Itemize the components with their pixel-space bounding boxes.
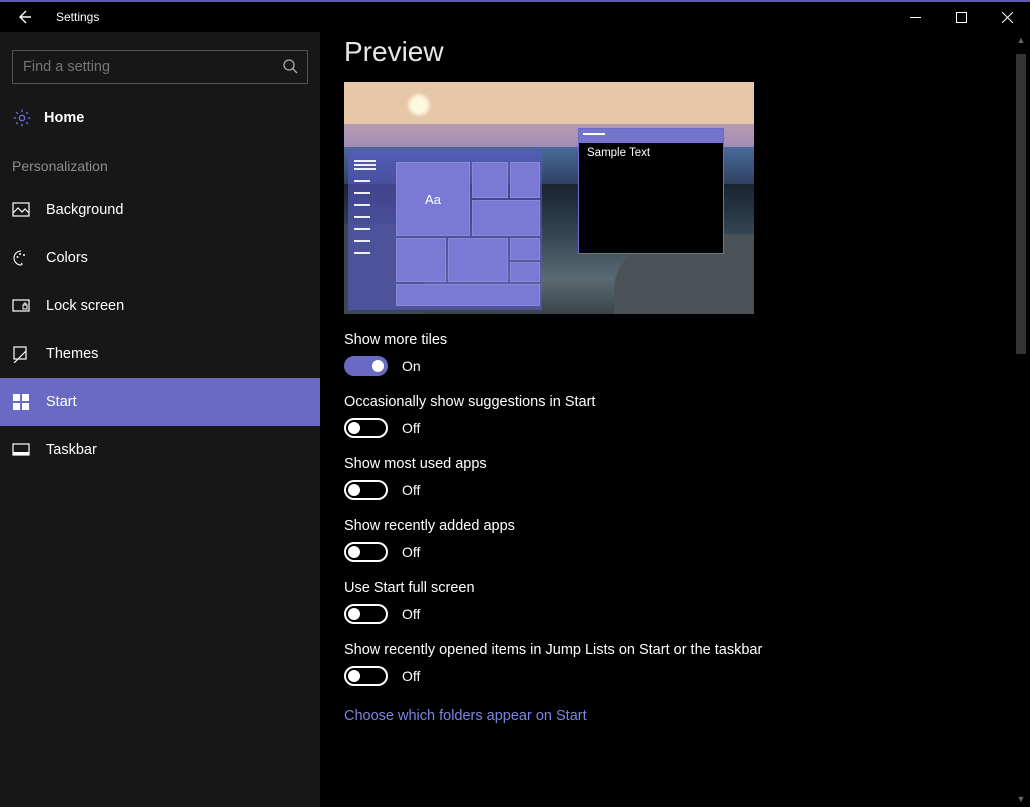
toggle-state: Off <box>402 420 420 436</box>
sidebar-item-colors[interactable]: Colors <box>0 234 320 282</box>
setting-label: Occasionally show suggestions in Start <box>344 394 1004 410</box>
sidebar-item-label: Colors <box>46 250 88 266</box>
toggle-most-used[interactable] <box>344 480 388 500</box>
minimize-icon <box>910 12 921 23</box>
toggle-recently-added[interactable] <box>344 542 388 562</box>
lockscreen-icon <box>12 297 30 315</box>
back-button[interactable] <box>0 1 48 33</box>
toggle-jump-lists[interactable] <box>344 666 388 686</box>
sidebar-item-taskbar[interactable]: Taskbar <box>0 426 320 474</box>
sidebar-item-themes[interactable]: Themes <box>0 330 320 378</box>
preview-image: Aa Sample Text <box>344 82 754 314</box>
setting-label: Show most used apps <box>344 456 1004 472</box>
start-icon <box>12 393 30 411</box>
setting-label: Show more tiles <box>344 332 1004 348</box>
close-button[interactable] <box>984 1 1030 33</box>
setting-label: Use Start full screen <box>344 580 1004 596</box>
scroll-thumb[interactable] <box>1016 54 1026 354</box>
home-label: Home <box>44 110 84 126</box>
maximize-button[interactable] <box>938 1 984 33</box>
minimize-button[interactable] <box>892 1 938 33</box>
titlebar: Settings <box>0 0 1030 32</box>
themes-icon <box>12 345 30 363</box>
palette-icon <box>12 249 30 267</box>
sidebar-item-label: Lock screen <box>46 298 124 314</box>
preview-heading: Preview <box>344 36 1004 68</box>
sidebar-item-start[interactable]: Start <box>0 378 320 426</box>
arrow-left-icon <box>16 9 32 25</box>
toggle-state: Off <box>402 482 420 498</box>
picture-icon <box>12 201 30 219</box>
sample-window-text: Sample Text <box>579 145 723 161</box>
window-title: Settings <box>48 10 99 24</box>
scroll-up-icon[interactable]: ▲ <box>1014 32 1028 48</box>
sidebar: Home Personalization Background Colors L… <box>0 32 320 807</box>
sidebar-item-label: Background <box>46 202 123 218</box>
search-input[interactable] <box>12 50 308 84</box>
setting-label: Show recently added apps <box>344 518 1004 534</box>
content-area: Preview Aa <box>320 32 1030 807</box>
setting-label: Show recently opened items in Jump Lists… <box>344 642 1004 658</box>
sidebar-item-background[interactable]: Background <box>0 186 320 234</box>
sidebar-item-label: Taskbar <box>46 442 97 458</box>
toggle-state: Off <box>402 606 420 622</box>
maximize-icon <box>956 12 967 23</box>
toggle-show-more-tiles[interactable] <box>344 356 388 376</box>
gear-icon <box>12 108 32 128</box>
scrollbar[interactable]: ▲ ▼ <box>1014 32 1028 807</box>
home-link[interactable]: Home <box>0 100 320 136</box>
category-label: Personalization <box>0 136 320 186</box>
start-menu-preview: Aa <box>348 150 542 310</box>
taskbar-icon <box>12 441 30 459</box>
toggle-state: Off <box>402 668 420 684</box>
close-icon <box>1002 12 1013 23</box>
sidebar-item-label: Themes <box>46 346 98 362</box>
sidebar-item-lockscreen[interactable]: Lock screen <box>0 282 320 330</box>
sample-window-preview: Sample Text <box>578 128 724 254</box>
scroll-down-icon[interactable]: ▼ <box>1014 791 1028 807</box>
preview-tile-aa: Aa <box>396 162 470 236</box>
choose-folders-link[interactable]: Choose which folders appear on Start <box>344 708 1004 724</box>
toggle-full-screen[interactable] <box>344 604 388 624</box>
toggle-state: Off <box>402 544 420 560</box>
toggle-suggestions[interactable] <box>344 418 388 438</box>
toggle-state: On <box>402 358 421 374</box>
search-icon <box>282 58 298 74</box>
sidebar-item-label: Start <box>46 394 77 410</box>
